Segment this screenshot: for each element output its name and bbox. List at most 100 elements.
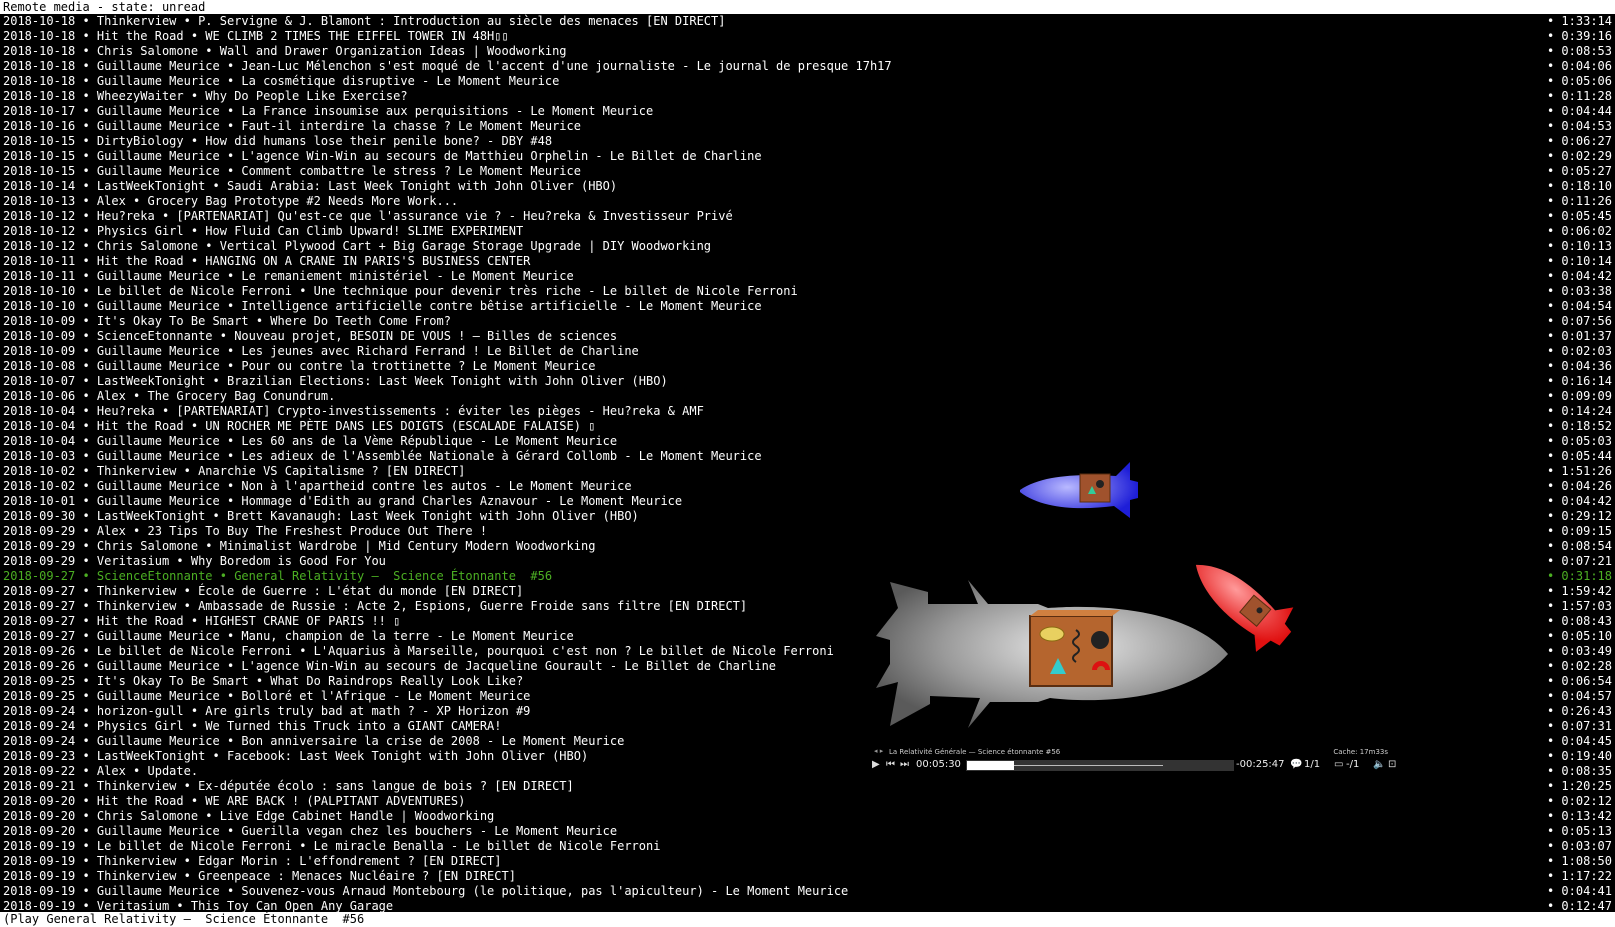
list-item[interactable]: 2018-10-17 • Guillaume Meurice • La Fran… (0, 104, 1615, 119)
list-item[interactable]: 2018-09-20 • Guillaume Meurice • Guerill… (0, 824, 1615, 839)
item-duration: • 1:08:50 (1546, 854, 1612, 868)
item-duration: • 1:33:14 (1546, 14, 1612, 28)
list-item[interactable]: 2018-10-18 • WheezyWaiter • Why Do Peopl… (0, 89, 1615, 104)
item-label: 2018-09-21 • Thinkerview • Ex-députée éc… (3, 779, 574, 793)
item-label: 2018-09-20 • Guillaume Meurice • Guerill… (3, 824, 618, 838)
item-label: 2018-09-22 • Alex • Update. (3, 764, 199, 778)
list-item[interactable]: 2018-10-07 • LastWeekTonight • Brazilian… (0, 374, 1615, 389)
gray-rocket (876, 580, 1228, 728)
volume-icon[interactable]: 🔈 (1373, 759, 1385, 770)
item-label: 2018-09-30 • LastWeekTonight • Brett Kav… (3, 509, 639, 523)
skip-forward-icon[interactable]: ⏭ (900, 759, 909, 770)
item-label: 2018-09-26 • Guillaume Meurice • L'agenc… (3, 659, 777, 673)
item-duration: • 0:04:53 (1546, 119, 1612, 133)
item-label: 2018-09-25 • Guillaume Meurice • Bolloré… (3, 689, 531, 703)
item-duration: • 0:07:56 (1546, 314, 1612, 328)
fullscreen-icon[interactable]: ⊡ (1388, 759, 1396, 770)
item-label: 2018-10-09 • Guillaume Meurice • Les jeu… (3, 344, 639, 358)
item-duration: • 0:19:40 (1546, 749, 1612, 763)
playlist-nav-arrows[interactable]: ◂ ▸ (874, 747, 883, 755)
list-item[interactable]: 2018-10-10 • Guillaume Meurice • Intelli… (0, 299, 1615, 314)
list-item[interactable]: 2018-10-10 • Le billet de Nicole Ferroni… (0, 284, 1615, 299)
item-label: 2018-10-11 • Hit the Road • HANGING ON A… (3, 254, 531, 268)
item-duration: • 1:20:25 (1546, 779, 1612, 793)
list-item[interactable]: 2018-10-08 • Guillaume Meurice • Pour ou… (0, 359, 1615, 374)
list-item[interactable]: 2018-10-15 • DirtyBiology • How did huma… (0, 134, 1615, 149)
list-item[interactable]: 2018-10-18 • Hit the Road • WE CLIMB 2 T… (0, 29, 1615, 44)
item-label: 2018-10-12 • Heu?reka • [PARTENARIAT] Qu… (3, 209, 733, 223)
list-item[interactable]: 2018-10-18 • Guillaume Meurice • Jean-Lu… (0, 59, 1615, 74)
status-bar: (Play General Relativity — Science Étonn… (0, 912, 1615, 927)
list-item[interactable]: 2018-10-09 • It's Okay To Be Smart • Whe… (0, 314, 1615, 329)
item-duration: • 0:08:54 (1546, 539, 1612, 553)
subtitles-icon[interactable]: ▭ (1334, 759, 1343, 770)
list-item[interactable]: 2018-09-19 • Thinkerview • Greenpeace : … (0, 869, 1615, 884)
list-item[interactable]: 2018-10-09 • Guillaume Meurice • Les jeu… (0, 344, 1615, 359)
chat-icon[interactable]: 💬 (1290, 759, 1302, 770)
play-icon[interactable]: ▶ (872, 759, 880, 770)
item-duration: • 0:02:03 (1546, 344, 1612, 358)
item-duration: • 0:02:12 (1546, 794, 1612, 808)
remaining-time[interactable]: -00:25:47 (1236, 759, 1285, 770)
list-item[interactable]: 2018-10-18 • Thinkerview • P. Servigne &… (0, 14, 1615, 29)
list-item[interactable]: 2018-10-13 • Alex • Grocery Bag Prototyp… (0, 194, 1615, 209)
seek-progress (967, 761, 1014, 770)
item-duration: • 0:04:06 (1546, 59, 1612, 73)
list-item[interactable]: 2018-10-12 • Chris Salomone • Vertical P… (0, 239, 1615, 254)
list-item[interactable]: 2018-10-04 • Heu?reka • [PARTENARIAT] Cr… (0, 404, 1615, 419)
player-controls[interactable]: ◂ ▸ La Relativité Générale — Science éto… (858, 747, 1418, 775)
playlist-position: 1/1 (1304, 759, 1321, 770)
item-label: 2018-09-27 • Thinkerview • École de Guer… (3, 584, 524, 598)
list-item[interactable]: 2018-10-04 • Guillaume Meurice • Les 60 … (0, 434, 1615, 449)
item-duration: • 1:51:26 (1546, 464, 1612, 478)
item-duration: • 0:05:13 (1546, 824, 1612, 838)
list-item[interactable]: 2018-09-19 • Thinkerview • Edgar Morin :… (0, 854, 1615, 869)
seek-bar[interactable] (966, 760, 1234, 771)
list-item[interactable]: 2018-09-20 • Chris Salomone • Live Edge … (0, 809, 1615, 824)
list-item[interactable]: 2018-09-20 • Hit the Road • WE ARE BACK … (0, 794, 1615, 809)
item-duration: • 0:01:37 (1546, 329, 1612, 343)
item-duration: • 0:04:26 (1546, 479, 1612, 493)
item-label: 2018-10-18 • Hit the Road • WE CLIMB 2 T… (3, 29, 509, 43)
list-item[interactable]: 2018-10-11 • Hit the Road • HANGING ON A… (0, 254, 1615, 269)
list-item[interactable]: 2018-10-18 • Chris Salomone • Wall and D… (0, 44, 1615, 59)
elapsed-time[interactable]: 00:05:30 (916, 759, 961, 770)
item-label: 2018-10-14 • LastWeekTonight • Saudi Ara… (3, 179, 618, 193)
list-item[interactable]: 2018-10-09 • ScienceEtonnante • Nouveau … (0, 329, 1615, 344)
item-duration: • 0:14:24 (1546, 404, 1612, 418)
item-duration: • 0:06:02 (1546, 224, 1612, 238)
item-label: 2018-09-19 • Thinkerview • Greenpeace : … (3, 869, 516, 883)
item-label: 2018-09-27 • ScienceEtonnante • General … (3, 569, 553, 583)
list-item[interactable]: 2018-09-19 • Le billet de Nicole Ferroni… (0, 839, 1615, 854)
item-label: 2018-09-24 • Physics Girl • We Turned th… (3, 719, 502, 733)
list-item[interactable]: 2018-09-19 • Guillaume Meurice • Souvene… (0, 884, 1615, 899)
item-label: 2018-09-20 • Chris Salomone • Live Edge … (3, 809, 495, 823)
list-item[interactable]: 2018-09-21 • Thinkerview • Ex-députée éc… (0, 779, 1615, 794)
list-item[interactable]: 2018-10-11 • Guillaume Meurice • Le rema… (0, 269, 1615, 284)
list-item[interactable]: 2018-10-04 • Hit the Road • UN ROCHER ME… (0, 419, 1615, 434)
item-label: 2018-10-04 • Guillaume Meurice • Les 60 … (3, 434, 618, 448)
subtitle-track[interactable]: -/1 (1346, 759, 1359, 770)
list-item[interactable]: 2018-10-06 • Alex • The Grocery Bag Conu… (0, 389, 1615, 404)
list-item[interactable]: 2018-10-16 • Guillaume Meurice • Faut-il… (0, 119, 1615, 134)
item-duration: • 0:26:43 (1546, 704, 1612, 718)
list-item[interactable]: 2018-10-14 • LastWeekTonight • Saudi Ara… (0, 179, 1615, 194)
video-player[interactable]: ◂ ▸ La Relativité Générale — Science éto… (858, 458, 1428, 775)
item-label: 2018-09-27 • Hit the Road • HIGHEST CRAN… (3, 614, 401, 628)
list-item[interactable]: 2018-10-15 • Guillaume Meurice • L'agenc… (0, 149, 1615, 164)
item-duration: • 0:04:36 (1546, 359, 1612, 373)
item-label: 2018-10-09 • It's Okay To Be Smart • Whe… (3, 314, 451, 328)
list-item[interactable]: 2018-10-18 • Guillaume Meurice • La cosm… (0, 74, 1615, 89)
list-item[interactable]: 2018-10-15 • Guillaume Meurice • Comment… (0, 164, 1615, 179)
item-duration: • 0:05:27 (1546, 164, 1612, 178)
item-label: 2018-10-15 • DirtyBiology • How did huma… (3, 134, 553, 148)
skip-back-icon[interactable]: ⏮ (886, 759, 895, 770)
item-duration: • 0:05:44 (1546, 449, 1612, 463)
list-item[interactable]: 2018-10-12 • Physics Girl • How Fluid Ca… (0, 224, 1615, 239)
list-item[interactable]: 2018-10-12 • Heu?reka • [PARTENARIAT] Qu… (0, 209, 1615, 224)
item-duration: • 0:11:26 (1546, 194, 1612, 208)
item-label: 2018-10-07 • LastWeekTonight • Brazilian… (3, 374, 668, 388)
item-label: 2018-10-11 • Guillaume Meurice • Le rema… (3, 269, 574, 283)
rocket-artwork (876, 462, 1294, 728)
item-duration: • 0:05:03 (1546, 434, 1612, 448)
